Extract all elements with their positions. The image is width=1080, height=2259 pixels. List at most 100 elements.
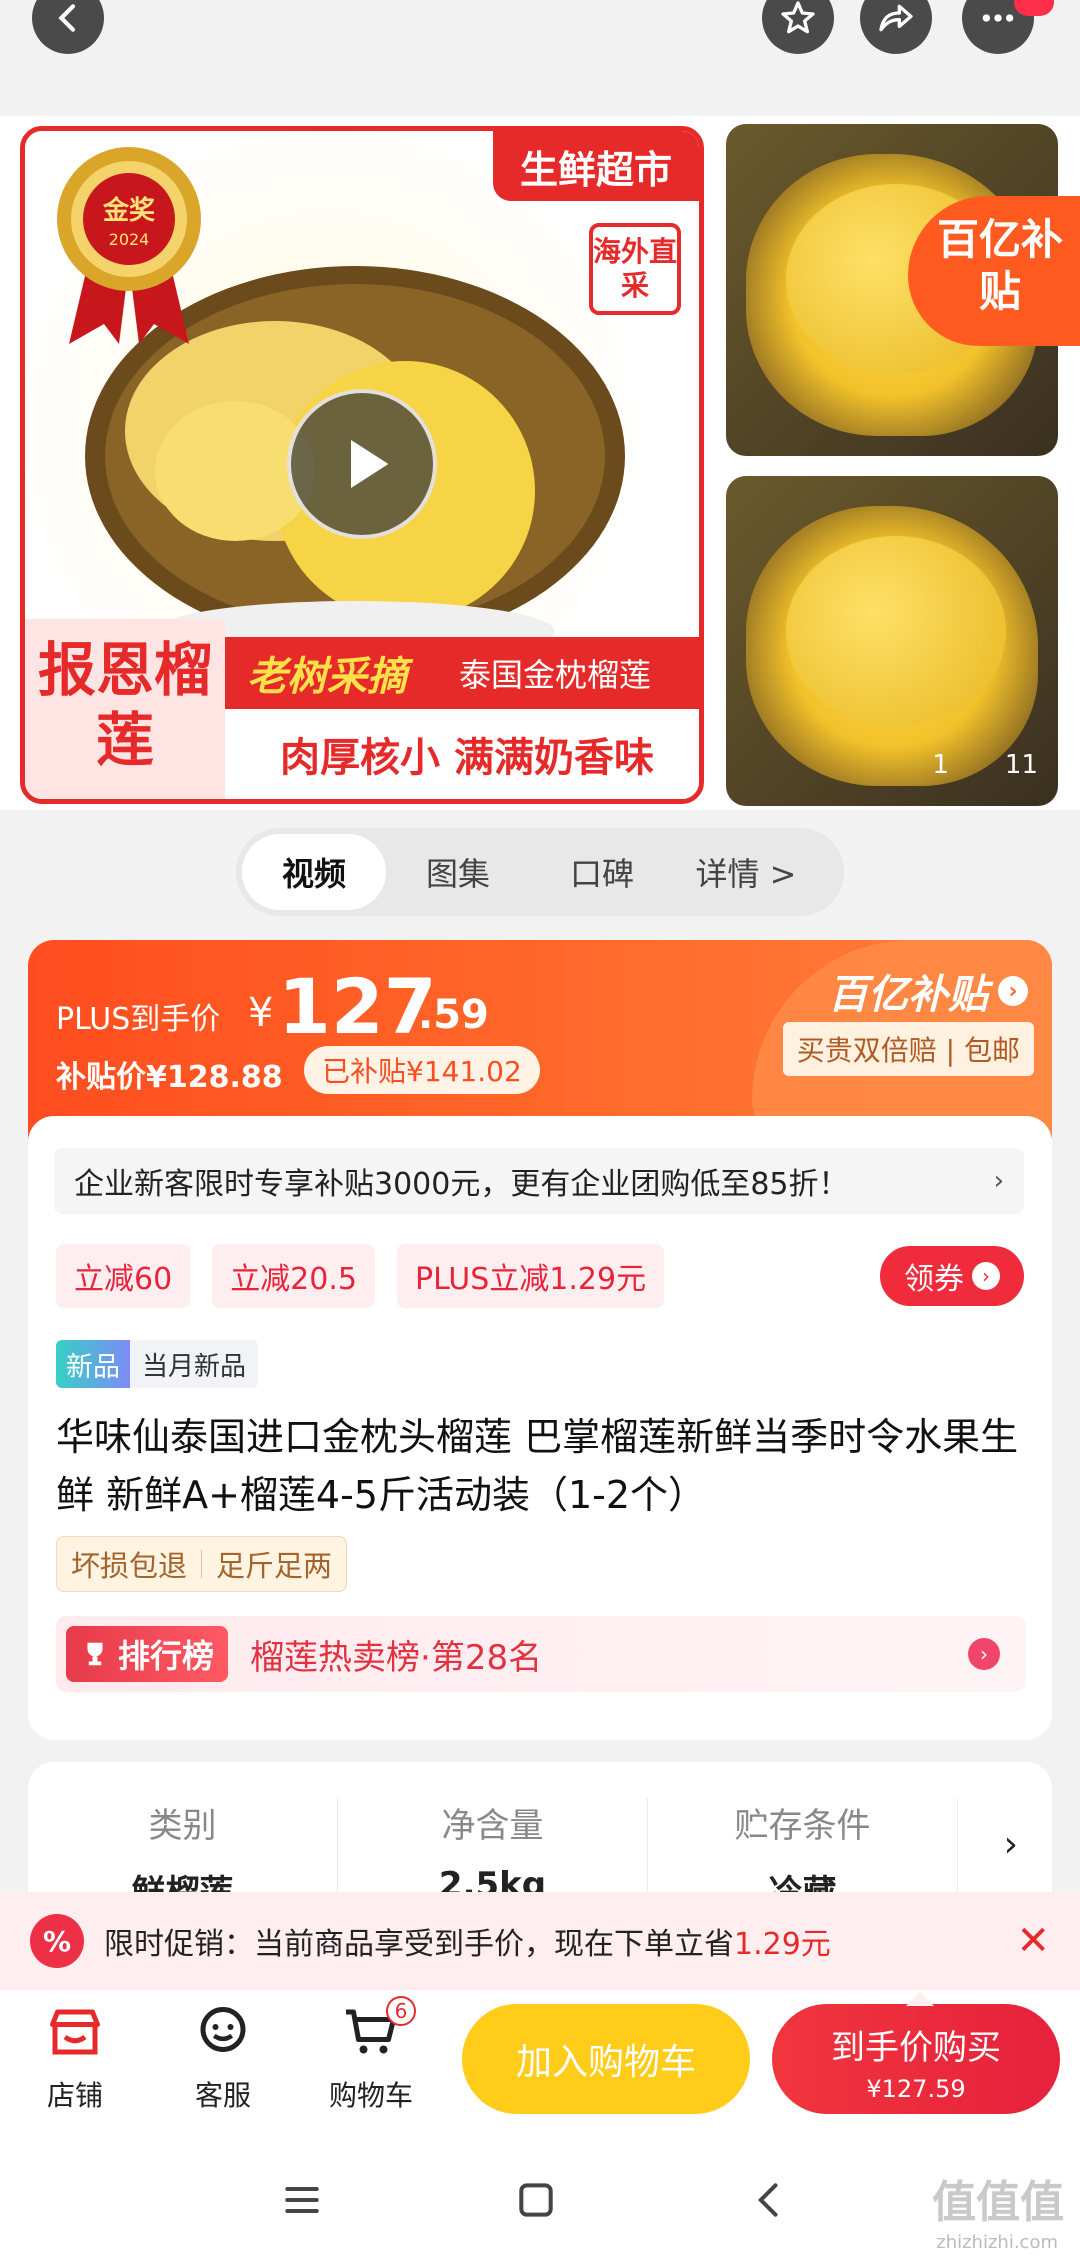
divider <box>201 1550 203 1578</box>
system-back-button[interactable] <box>740 2170 800 2230</box>
price-integer: 127 <box>278 962 437 1051</box>
new-product-tag: 新品 当月新品 <box>56 1340 259 1388</box>
product-info: 企业新客限时专享补贴3000元，更有企业团购低至85折！ › 立减60 立减20… <box>28 1116 1052 1740</box>
coupon-list: 立减60 立减20.5 PLUS立减1.29元 <box>56 1244 665 1308</box>
chevron-left-icon <box>58 4 76 32</box>
cart-button[interactable]: 6 购物车 <box>316 1996 426 2114</box>
play-icon <box>351 440 389 488</box>
share-button[interactable] <box>860 0 932 54</box>
store-icon <box>43 2000 107 2064</box>
more-badge <box>1014 0 1054 16</box>
buy-now-button[interactable]: 到手价购买 ¥127.59 <box>772 1992 1060 2114</box>
promo-band-highlight: 老树采摘 <box>247 654 407 700</box>
system-navigation-bar: 值值值 zhizhizhi.com <box>0 2140 1080 2259</box>
chevron-right-icon: › <box>968 1638 1000 1670</box>
ranking-text: 榴莲热卖榜·第28名 <box>250 1637 543 1678</box>
spec-key: 类别 <box>148 1806 217 1846</box>
product-title: 华味仙泰国进口金枕头榴莲 巴掌榴莲新鲜当季时令水果生鲜 新鲜A+榴莲4-5斤活动… <box>56 1415 1019 1517</box>
play-button[interactable] <box>287 389 437 539</box>
buy-label: 到手价购买 <box>831 2028 1001 2068</box>
chevron-right-icon[interactable]: › <box>1004 1824 1018 1865</box>
percent-icon: % <box>30 1914 84 1968</box>
image-pager: 1 11 <box>932 750 1038 780</box>
guarantee-item: 坏损包退 <box>71 1549 188 1583</box>
favorite-button[interactable] <box>762 0 834 54</box>
more-dots-icon <box>982 14 1014 22</box>
tab-video[interactable]: 视频 <box>242 834 386 910</box>
bottom-action-bar: 店铺 客服 6 购物车 加入购物车 到手价购买 ¥127.59 <box>0 1990 1080 2140</box>
coupon-item[interactable]: 立减60 <box>56 1244 191 1308</box>
promo-text: 限时促销：当前商品享受到手价，现在下单立省 <box>104 1927 734 1962</box>
chevron-right-icon: › <box>993 1166 1004 1196</box>
get-coupon-button[interactable]: 领券 › <box>880 1246 1024 1306</box>
watermark-logo: 值值值 <box>932 2177 1064 2228</box>
subsidized-amount: 已补贴¥141.02 <box>304 1046 540 1094</box>
cart-label: 购物车 <box>328 2079 413 2112</box>
supermarket-tag: 生鲜超市 <box>493 131 699 201</box>
promo-band-text: 泰国金枕榴莲 <box>459 656 652 694</box>
main-product-video[interactable]: 金奖 2024 生鲜超市 海外直采 报恩榴莲 老树采摘 泰国金枕榴莲 肉厚核小 … <box>20 126 704 804</box>
ranking-badge-label: 排行榜 <box>118 1637 215 1675</box>
medal-text: 金奖 <box>102 195 156 226</box>
price-header: PLUS到手价 ¥ 127 .59 补贴价¥128.88 已补贴¥141.02 … <box>28 940 1052 1140</box>
cart-count-badge: 6 <box>386 1996 416 2026</box>
get-coupon-label: 领券 <box>904 1262 964 1297</box>
star-icon <box>781 1 815 34</box>
home-button[interactable] <box>506 2170 566 2230</box>
back-button[interactable] <box>32 0 104 54</box>
price-card: PLUS到手价 ¥ 127 .59 补贴价¥128.88 已补贴¥141.02 … <box>28 940 1052 1740</box>
promo-band: 老树采摘 泰国金枕榴莲 <box>225 637 699 709</box>
promo-left-label: 报恩榴莲 <box>25 619 225 799</box>
tab-gallery[interactable]: 图集 <box>386 834 530 910</box>
square-icon <box>519 2183 553 2217</box>
media-tabs: 视频 图集 口碑 详情 > <box>236 828 844 916</box>
coupon-item[interactable]: 立减20.5 <box>212 1244 375 1308</box>
chevron-right-icon: › <box>998 976 1028 1006</box>
ranking-badge: 排行榜 <box>66 1626 229 1682</box>
tab-reviews[interactable]: 口碑 <box>530 834 674 910</box>
spec-key: 贮存条件 <box>734 1806 871 1846</box>
pager-current: 1 <box>932 750 949 780</box>
menu-icon <box>285 2186 319 2214</box>
customer-service-button[interactable]: 客服 <box>168 2000 278 2114</box>
enterprise-banner[interactable]: 企业新客限时专享补贴3000元，更有企业团购低至85折！ › <box>54 1148 1024 1214</box>
ranking-banner[interactable]: 排行榜 榴莲热卖榜·第28名 › <box>56 1616 1026 1692</box>
plus-price-label: PLUS到手价 <box>56 1002 221 1037</box>
shop-label: 店铺 <box>46 2079 103 2112</box>
recents-button[interactable] <box>272 2170 332 2230</box>
coupon-item[interactable]: PLUS立减1.29元 <box>396 1244 665 1308</box>
image-gallery[interactable]: 金奖 2024 生鲜超市 海外直采 报恩榴莲 老树采摘 泰国金枕榴莲 肉厚核小 … <box>0 116 1080 810</box>
top-bar <box>0 0 1080 120</box>
gold-medal-icon: 金奖 2024 <box>57 147 201 344</box>
promo-bottom-text: 肉厚核小 满满奶香味 <box>225 709 699 799</box>
billion-subsidy-badge: 百亿补贴 <box>908 196 1080 346</box>
buy-price: ¥127.59 <box>866 2075 966 2103</box>
durian-flesh <box>786 536 1006 726</box>
tab-details[interactable]: 详情 > <box>674 834 818 910</box>
close-icon[interactable]: ✕ <box>1016 1918 1050 1964</box>
subsidy-price: 补贴价¥128.88 <box>56 1060 283 1095</box>
guarantee-tags[interactable]: 坏损包退 足斤足两 <box>56 1536 348 1592</box>
new-tag-text: 当月新品 <box>142 1351 247 1382</box>
chevron-left-icon <box>757 2183 778 2217</box>
thumbnail-2[interactable]: 1 11 <box>726 476 1058 806</box>
shop-button[interactable]: 店铺 <box>20 2000 130 2114</box>
chat-icon <box>191 2000 255 2064</box>
promo-amount: 1.29元 <box>734 1927 831 1962</box>
new-tag-label: 新品 <box>56 1340 130 1388</box>
limited-promo-bar: % 限时促销：当前商品享受到手价，现在下单立省 1.29元 ✕ <box>0 1892 1080 1990</box>
medal-year: 2024 <box>109 230 150 249</box>
add-to-cart-button[interactable]: 加入购物车 <box>462 2004 750 2114</box>
price-decimal: .59 <box>418 992 489 1038</box>
subsidy-guarantee: 买贵双倍赔 | 包邮 <box>782 1022 1034 1076</box>
share-icon <box>879 4 913 32</box>
pager-total: 11 <box>1004 750 1038 780</box>
overseas-tag: 海外直采 <box>589 223 681 315</box>
watermark-url: zhizhizhi.com <box>936 2232 1058 2253</box>
enterprise-text: 企业新客限时专享补贴3000元，更有企业团购低至85折！ <box>74 1167 849 1202</box>
spec-key: 净含量 <box>441 1806 544 1846</box>
guarantee-item: 足斤足两 <box>216 1549 333 1583</box>
billion-subsidy-logo: 百亿补贴 <box>828 972 988 1018</box>
chevron-right-icon: › <box>972 1262 1000 1290</box>
billion-subsidy-link[interactable]: 百亿补贴 › <box>828 962 1028 1020</box>
